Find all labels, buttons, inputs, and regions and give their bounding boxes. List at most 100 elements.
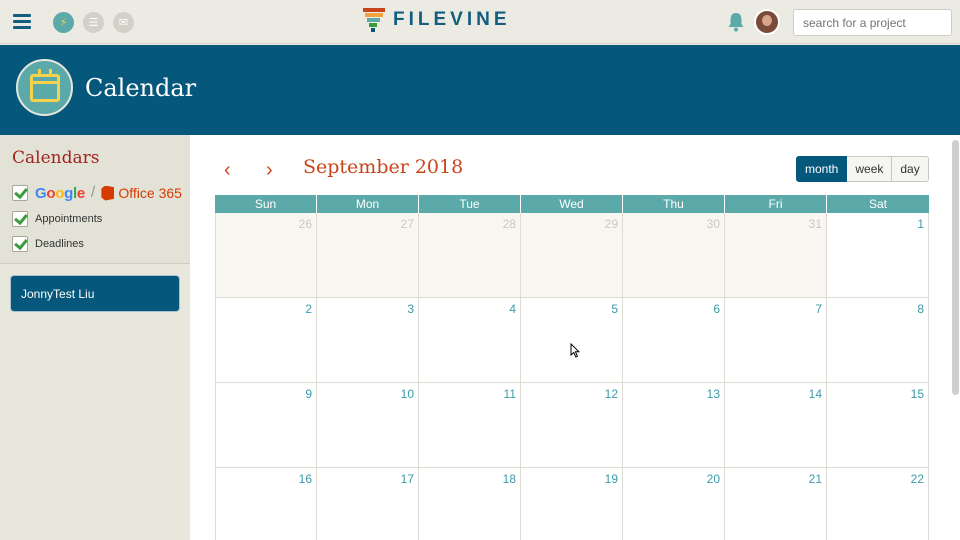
weekday-label: Thu	[623, 195, 725, 213]
day-number[interactable]: 8	[917, 302, 924, 316]
day-cell[interactable]: 13	[623, 383, 725, 467]
day-number[interactable]: 5	[611, 302, 618, 316]
day-cell[interactable]: 3	[317, 298, 419, 382]
view-month-button[interactable]: month	[796, 156, 848, 182]
day-number[interactable]: 9	[305, 387, 312, 401]
day-number[interactable]: 20	[707, 472, 720, 486]
user-calendar-item[interactable]: JonnyTest Liu	[10, 275, 180, 312]
avatar[interactable]	[754, 9, 780, 35]
office-label: Office 365	[118, 185, 182, 201]
logo-text: FILEVINE	[393, 9, 511, 30]
google-letter: e	[76, 184, 85, 202]
office-icon	[101, 185, 115, 201]
view-day-button[interactable]: day	[892, 156, 929, 182]
day-number[interactable]: 11	[504, 387, 516, 401]
day-cell[interactable]: 21	[725, 468, 827, 540]
google-letter: G	[35, 184, 47, 202]
day-number[interactable]: 10	[401, 387, 414, 401]
day-number[interactable]: 18	[503, 472, 516, 486]
day-cell[interactable]: 17	[317, 468, 419, 540]
day-cell[interactable]: 12	[521, 383, 623, 467]
day-number[interactable]: 27	[401, 217, 414, 231]
day-number[interactable]: 29	[605, 217, 618, 231]
day-cell[interactable]: 15	[827, 383, 929, 467]
google-letter: g	[64, 184, 73, 202]
day-cell[interactable]: 19	[521, 468, 623, 540]
day-number[interactable]: 15	[911, 387, 924, 401]
view-week-button[interactable]: week	[847, 156, 893, 182]
bell-icon[interactable]	[727, 12, 745, 32]
day-cell[interactable]: 11	[419, 383, 521, 467]
month-title: September 2018	[303, 156, 464, 178]
day-number[interactable]: 3	[407, 302, 414, 316]
day-cell-other-month[interactable]: 27	[317, 213, 419, 297]
day-cell[interactable]: 8	[827, 298, 929, 382]
day-cell[interactable]: 18	[419, 468, 521, 540]
prev-month-button[interactable]: ‹	[224, 159, 231, 182]
weekday-header: Sun Mon Tue Wed Thu Fri Sat	[215, 195, 929, 213]
day-cell[interactable]: 22	[827, 468, 929, 540]
day-number[interactable]: 31	[809, 217, 822, 231]
calendar-toggle-deadlines[interactable]: Deadlines	[12, 236, 84, 252]
filevine-logo[interactable]: FILEVINE	[363, 8, 511, 32]
list-icon[interactable]: ☰	[83, 12, 104, 33]
view-switcher: month week day	[796, 156, 929, 182]
calendar-main: ‹ › September 2018 month week day Sun Mo…	[190, 135, 960, 540]
checkbox-external[interactable]	[12, 185, 28, 201]
day-number[interactable]: 12	[605, 387, 618, 401]
next-month-button[interactable]: ›	[266, 159, 273, 182]
weekday-label: Tue	[419, 195, 521, 213]
day-number[interactable]: 1	[917, 217, 924, 231]
day-number[interactable]: 28	[503, 217, 516, 231]
day-number[interactable]: 26	[299, 217, 312, 231]
mouse-cursor-icon	[570, 343, 580, 358]
search-input[interactable]	[793, 9, 952, 36]
day-cell[interactable]: 7	[725, 298, 827, 382]
day-number[interactable]: 2	[305, 302, 312, 316]
calendar-toggle-appointments[interactable]: Appointments	[12, 211, 102, 227]
separator-slash: /	[90, 184, 96, 201]
day-cell-other-month[interactable]: 30	[623, 213, 725, 297]
calendar-week-row: 26 27 28 29 30 31 1	[215, 213, 929, 298]
calendar-icon	[29, 68, 60, 102]
weekday-label: Mon	[317, 195, 419, 213]
day-number[interactable]: 7	[815, 302, 822, 316]
day-number[interactable]: 6	[713, 302, 720, 316]
calendars-title: Calendars	[12, 148, 100, 168]
bolt-icon[interactable]: ⚡	[53, 12, 74, 33]
day-cell[interactable]: 5	[521, 298, 623, 382]
day-cell[interactable]: 2	[215, 298, 317, 382]
day-cell[interactable]: 20	[623, 468, 725, 540]
day-cell-other-month[interactable]: 29	[521, 213, 623, 297]
day-number[interactable]: 17	[401, 472, 414, 486]
appointments-label: Appointments	[35, 213, 103, 225]
day-cell[interactable]: 6	[623, 298, 725, 382]
day-number[interactable]: 13	[707, 387, 720, 401]
mail-icon[interactable]: ✉	[113, 12, 134, 33]
deadlines-label: Deadlines	[35, 238, 84, 250]
day-number[interactable]: 4	[509, 302, 516, 316]
day-cell[interactable]: 4	[419, 298, 521, 382]
day-number[interactable]: 14	[809, 387, 822, 401]
day-number[interactable]: 16	[299, 472, 312, 486]
day-cell[interactable]: 9	[215, 383, 317, 467]
day-number[interactable]: 21	[809, 472, 822, 486]
checkbox-appointments[interactable]	[12, 211, 28, 227]
google-label: Google	[35, 185, 85, 202]
scrollbar[interactable]	[952, 140, 959, 395]
calendar-toggle-external[interactable]: Google / Office 365	[12, 184, 182, 202]
day-cell-other-month[interactable]: 31	[725, 213, 827, 297]
checkbox-deadlines[interactable]	[12, 236, 28, 252]
day-cell[interactable]: 10	[317, 383, 419, 467]
menu-icon[interactable]	[13, 14, 31, 29]
day-number[interactable]: 19	[605, 472, 618, 486]
calendar-week-row: 2 3 4 5 6 7 8	[215, 298, 929, 383]
day-cell[interactable]: 14	[725, 383, 827, 467]
day-cell[interactable]: 1	[827, 213, 929, 297]
day-number[interactable]: 30	[707, 217, 720, 231]
day-cell-other-month[interactable]: 26	[215, 213, 317, 297]
day-cell[interactable]: 16	[215, 468, 317, 540]
google-letter: o	[46, 184, 56, 202]
day-cell-other-month[interactable]: 28	[419, 213, 521, 297]
day-number[interactable]: 22	[911, 472, 924, 486]
